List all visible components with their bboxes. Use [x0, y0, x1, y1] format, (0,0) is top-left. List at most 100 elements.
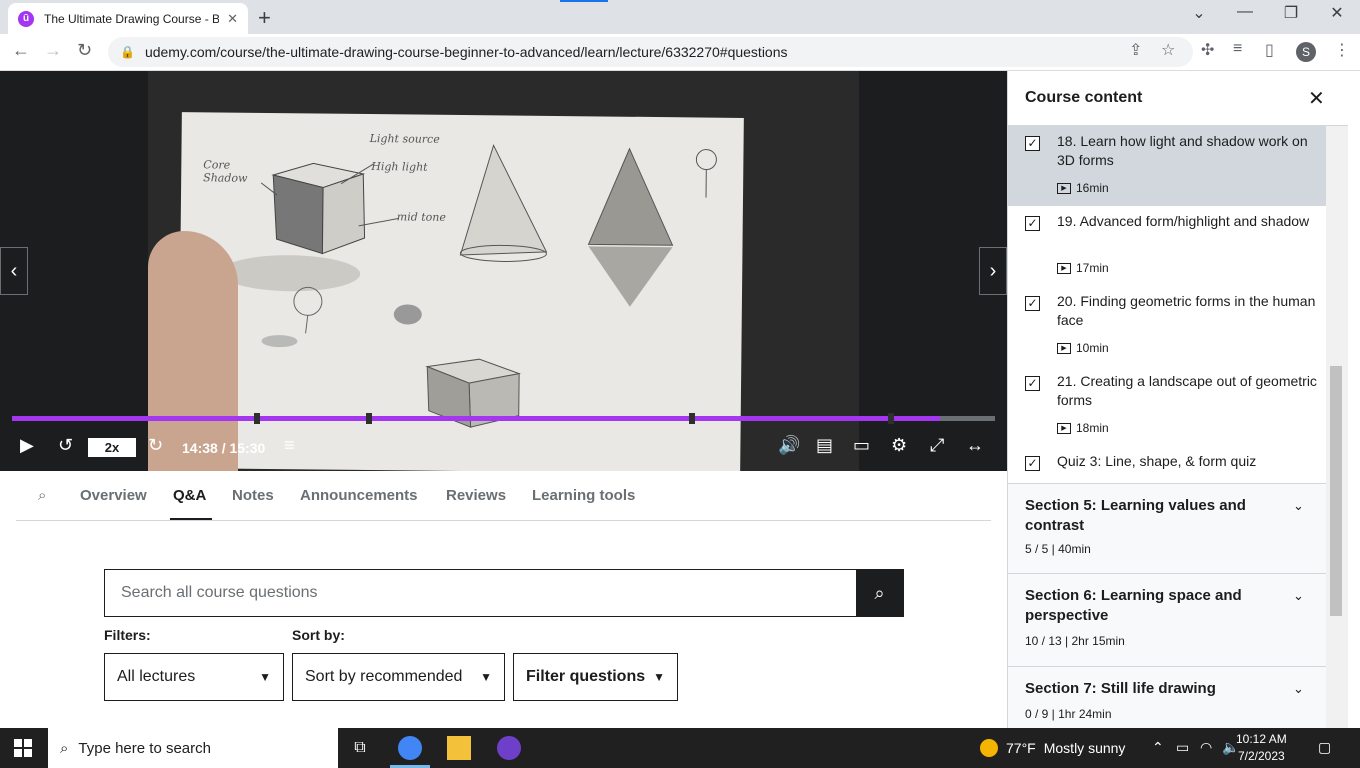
- tab-overview[interactable]: Overview: [80, 487, 147, 504]
- back-button[interactable]: ←: [12, 40, 30, 61]
- filter-questions-button[interactable]: Filter questions ▼: [513, 653, 678, 701]
- lecture-filter-select[interactable]: All lectures ▼: [104, 653, 284, 701]
- lecture-item[interactable]: ✓ 20. Finding geometric forms in the hum…: [1008, 286, 1326, 366]
- reading-list-icon[interactable]: ≡: [1233, 40, 1242, 58]
- settings-gear-icon[interactable]: ⚙: [891, 435, 907, 456]
- profile-avatar[interactable]: S: [1296, 42, 1316, 62]
- play-icon[interactable]: ▶: [20, 435, 34, 456]
- video-timecode: 14:38 / 15:30: [182, 440, 266, 456]
- reload-button[interactable]: ↻: [77, 40, 92, 61]
- lecture-checkbox[interactable]: ✓: [1025, 456, 1040, 471]
- sketch-label-light-source: Light source: [369, 132, 440, 146]
- menu-kebab-icon[interactable]: ⋮: [1334, 40, 1350, 60]
- qa-search-button[interactable]: ⌕: [856, 570, 903, 616]
- chapter-marker[interactable]: [888, 413, 894, 424]
- lecture-checkbox[interactable]: ✓: [1025, 216, 1040, 231]
- previous-lecture-button[interactable]: ‹: [0, 247, 28, 295]
- lecture-checkbox[interactable]: ✓: [1025, 296, 1040, 311]
- active-tab-underline: [170, 518, 212, 520]
- bookmark-star-icon[interactable]: ☆: [1161, 40, 1175, 60]
- chapter-marker[interactable]: [366, 413, 372, 424]
- section-item[interactable]: Section 6: Learning space and perspectiv…: [1008, 573, 1326, 666]
- fullscreen-icon[interactable]: ⤢: [930, 435, 944, 456]
- sidebar-scroll-thumb[interactable]: [1330, 366, 1342, 616]
- taskbar-search-placeholder: Type here to search: [78, 739, 211, 757]
- quiz-title: Quiz 3: Line, shape, & form quiz: [1057, 453, 1257, 469]
- tab-qa[interactable]: Q&A: [173, 487, 206, 504]
- github-desktop-icon[interactable]: [497, 736, 521, 760]
- windows-start-icon[interactable]: [14, 739, 32, 757]
- forward-button[interactable]: →: [44, 40, 62, 61]
- add-note-icon[interactable]: ≡: [284, 435, 295, 456]
- qa-search-bar: ⌕: [104, 569, 904, 617]
- chapter-marker[interactable]: [254, 413, 260, 424]
- rewind-5-icon[interactable]: ↺: [58, 435, 73, 456]
- file-explorer-icon[interactable]: [447, 736, 471, 760]
- restore-button[interactable]: ❐: [1268, 3, 1314, 23]
- chevron-down-icon[interactable]: ⌄: [1293, 498, 1304, 514]
- notifications-icon[interactable]: ▢: [1318, 739, 1331, 756]
- forward-5-icon[interactable]: ↻: [148, 435, 163, 456]
- playback-speed-button[interactable]: 2x: [88, 438, 136, 457]
- clock-time: 10:12 AM: [1236, 732, 1287, 746]
- player-controls: ▶ ↺ 2x ↻ 14:38 / 15:30 ≡ 🔊 ▤ ▭ ⚙ ⤢ ↔: [0, 429, 1007, 469]
- tab-learning-tools[interactable]: Learning tools: [532, 487, 635, 504]
- tab-reviews[interactable]: Reviews: [446, 487, 506, 504]
- next-lecture-button[interactable]: ›: [979, 247, 1007, 295]
- show-hidden-icons-icon[interactable]: ⌃: [1152, 739, 1164, 756]
- chevron-down-icon[interactable]: ⌄: [1293, 681, 1304, 697]
- lecture-checkbox[interactable]: ✓: [1025, 376, 1040, 391]
- video-progress-bar[interactable]: [12, 413, 995, 424]
- wifi-icon[interactable]: ◠: [1200, 739, 1212, 756]
- battery-icon[interactable]: ▭: [1176, 739, 1189, 756]
- lecture-filter-value: All lectures: [117, 668, 196, 685]
- lecture-checkbox[interactable]: ✓: [1025, 136, 1040, 151]
- tab-search-chevron-icon[interactable]: ⌄: [1176, 3, 1222, 23]
- volume-icon[interactable]: 🔊: [778, 435, 800, 456]
- lecture-item[interactable]: ✓ 18. Learn how light and shadow work on…: [1008, 126, 1326, 206]
- course-content-sidebar: Course content ✕ ✓ 18. Learn how light a…: [1007, 71, 1360, 728]
- video-player[interactable]: Light source High light Core Shadow mid …: [0, 71, 1007, 471]
- lecture-meta: ▶ 10min: [1057, 341, 1109, 355]
- address-bar[interactable]: 🔒 udemy.com/course/the-ultimate-drawing-…: [108, 37, 1193, 67]
- filters-label: Filters:: [104, 627, 151, 643]
- lecture-meta: ▶ 16min: [1057, 181, 1109, 195]
- taskbar-clock[interactable]: 10:12 AM 7/2/2023: [1236, 731, 1287, 765]
- quiz-item[interactable]: ✓ Quiz 3: Line, shape, & form quiz: [1008, 446, 1326, 479]
- chrome-icon[interactable]: [398, 736, 422, 760]
- qa-search-input[interactable]: [105, 570, 856, 616]
- sidebar-scrollbar[interactable]: [1326, 126, 1348, 728]
- sort-select[interactable]: Sort by recommended ▼: [292, 653, 505, 701]
- tab-notes[interactable]: Notes: [232, 487, 274, 504]
- transcript-icon[interactable]: ▤: [816, 435, 833, 456]
- lecture-duration: 10min: [1076, 341, 1109, 355]
- taskbar-search-box[interactable]: ⌕ Type here to search: [48, 728, 338, 768]
- close-icon[interactable]: ✕: [1308, 86, 1325, 111]
- new-tab-button[interactable]: +: [258, 5, 271, 31]
- chapter-marker[interactable]: [689, 413, 695, 424]
- captions-icon[interactable]: ▭: [853, 435, 870, 456]
- lecture-item[interactable]: ✓ 19. Advanced form/highlight and shadow…: [1008, 206, 1326, 286]
- browser-tab[interactable]: ū The Ultimate Drawing Course - B ✕: [8, 3, 248, 34]
- close-window-button[interactable]: ✕: [1314, 3, 1360, 23]
- section-item[interactable]: Section 5: Learning values and contrast …: [1008, 483, 1326, 573]
- side-panel-icon[interactable]: ▯: [1265, 40, 1274, 60]
- chevron-down-icon[interactable]: ⌄: [1293, 588, 1304, 604]
- lecture-title: 18. Learn how light and shadow work on 3…: [1057, 133, 1308, 168]
- sort-label: Sort by:: [292, 627, 345, 643]
- extensions-icon[interactable]: ✣: [1201, 40, 1214, 60]
- video-frame: Light source High light Core Shadow mid …: [148, 71, 859, 471]
- share-icon[interactable]: ⇪: [1129, 40, 1142, 60]
- close-tab-icon[interactable]: ✕: [227, 11, 238, 27]
- weather-widget[interactable]: 77°F Mostly sunny: [980, 739, 1125, 757]
- section-title: Section 5: Learning values and contrast: [1025, 497, 1246, 534]
- search-icon[interactable]: ⌕: [38, 487, 46, 504]
- task-view-icon[interactable]: ⧉: [348, 736, 372, 760]
- minimize-button[interactable]: —: [1222, 3, 1268, 21]
- browser-toolbar: ← → ↻ 🔒 udemy.com/course/the-ultimate-dr…: [0, 34, 1360, 71]
- tab-announcements[interactable]: Announcements: [300, 487, 418, 504]
- lecture-item[interactable]: ✓ 21. Creating a landscape out of geomet…: [1008, 366, 1326, 446]
- expand-width-icon[interactable]: ↔: [966, 435, 984, 456]
- section-item[interactable]: Section 7: Still life drawing 0 / 9 | 1h…: [1008, 666, 1326, 728]
- lock-icon[interactable]: 🔒: [120, 45, 135, 59]
